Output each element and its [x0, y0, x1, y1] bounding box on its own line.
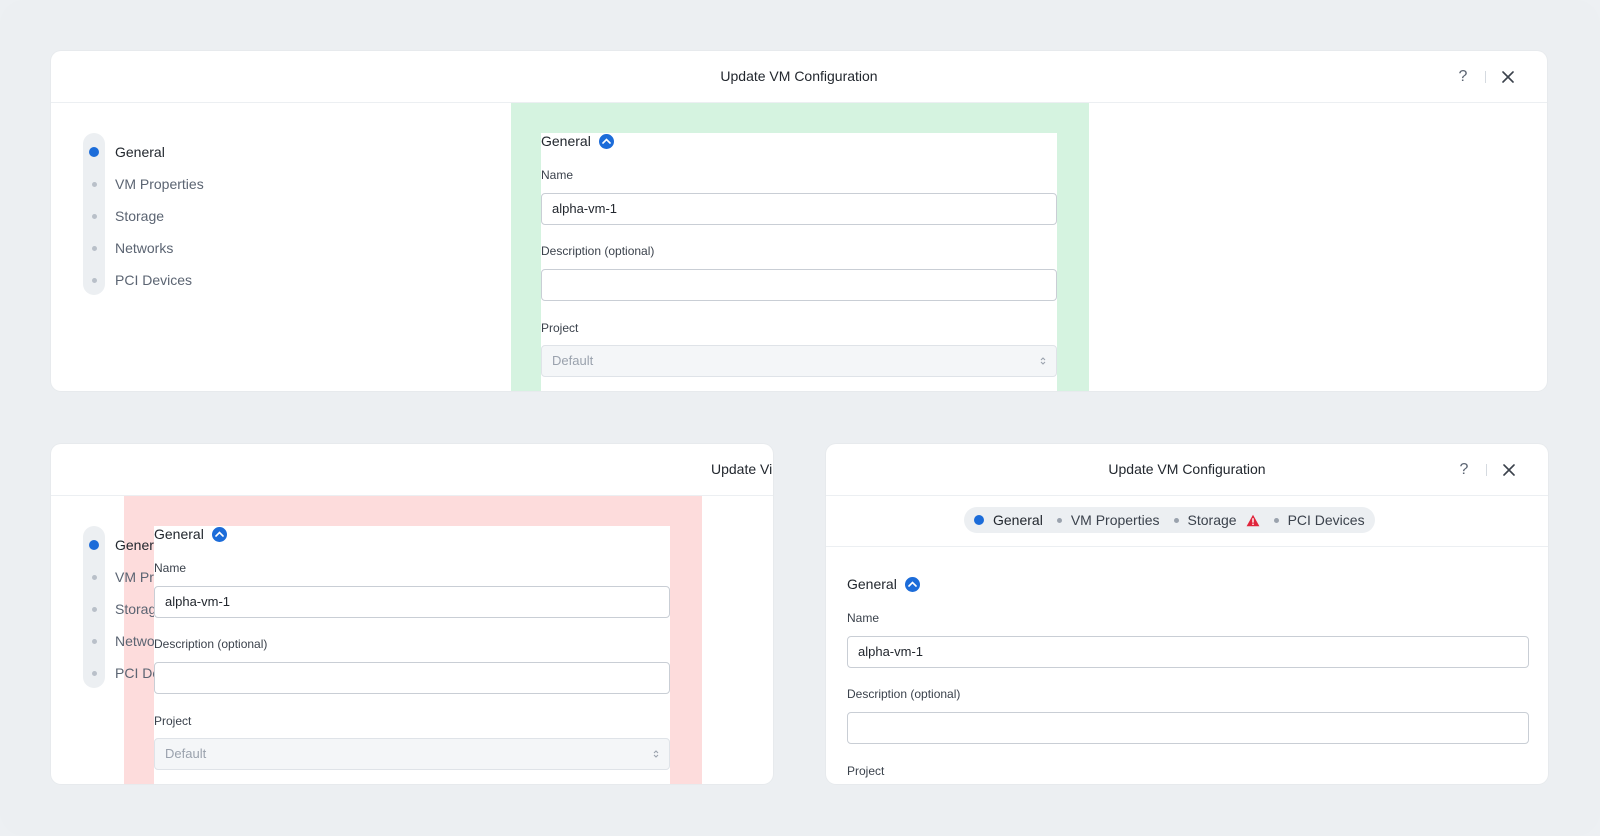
description-input[interactable]	[847, 712, 1529, 744]
nav-item-vm-properties[interactable]: VM Properties	[83, 174, 204, 194]
nav-item-pci-devices[interactable]: PCI Devices	[83, 270, 192, 290]
modal-wide: Update VM Configuration ? General VM Pro…	[51, 51, 1547, 391]
nav-dot	[83, 147, 105, 157]
section-title: General	[154, 526, 227, 542]
nav-label: General	[115, 144, 165, 160]
name-label: Name	[541, 168, 574, 182]
help-icon: ?	[1458, 67, 1468, 85]
nav-item-storage[interactable]: Storage	[83, 599, 164, 619]
project-select[interactable]: Default	[541, 345, 1057, 377]
section-title: General	[541, 133, 614, 149]
nav-item-networks[interactable]: Networks	[83, 238, 173, 258]
collapse-button[interactable]	[211, 526, 227, 542]
tab-dot	[1273, 517, 1279, 523]
close-button[interactable]	[1497, 66, 1519, 88]
chevron-up-icon	[215, 531, 224, 537]
description-input[interactable]	[541, 269, 1057, 301]
tab-general[interactable]: General	[974, 507, 1043, 533]
project-value: Default	[165, 746, 207, 761]
chevron-up-icon	[602, 138, 611, 144]
description-label: Description (optional)	[154, 637, 268, 651]
help-icon: ?	[1459, 460, 1469, 478]
tab-label: Storage	[1187, 512, 1237, 528]
nav-dot	[83, 670, 105, 676]
modal-header: Update Vi	[51, 444, 773, 496]
nav-label: Networks	[115, 240, 174, 256]
close-icon	[1502, 70, 1514, 83]
collapse-button[interactable]	[904, 576, 920, 592]
name-label: Name	[154, 561, 187, 575]
description-label: Description (optional)	[541, 244, 655, 258]
tab-vm-properties[interactable]: VM Properties	[1056, 507, 1160, 533]
tab-dot	[1056, 517, 1062, 523]
chevron-up-icon	[908, 581, 917, 587]
modal-narrow-broken: Update Vi General VM Properties Storage …	[51, 444, 773, 784]
form-column: General Name alpha-vm-1 Description (opt…	[847, 576, 1529, 784]
description-input[interactable]	[154, 662, 670, 694]
project-label: Project	[847, 764, 885, 778]
tab-storage[interactable]: Storage	[1173, 507, 1260, 533]
modal-tabs-layout: Update VM Configuration ? General VM Pro…	[826, 444, 1548, 784]
tab-pci-devices[interactable]: PCI Devices	[1273, 507, 1365, 533]
tab-label: VM Properties	[1070, 512, 1160, 528]
nav-item-general[interactable]: General	[83, 535, 165, 555]
header-divider	[1486, 463, 1487, 476]
section-title-text: General	[847, 576, 897, 592]
nav-dot	[83, 606, 105, 612]
vertical-nav: General VM Properties Storage Networks P…	[83, 133, 283, 303]
horizontal-tab-nav: General VM Properties Storage PCI Device…	[964, 507, 1375, 533]
nav-dot	[83, 638, 105, 644]
project-label: Project	[541, 321, 579, 335]
collapse-button[interactable]	[598, 133, 614, 149]
nav-dot	[83, 213, 105, 219]
name-label: Name	[847, 611, 880, 625]
project-value: Default	[552, 353, 594, 368]
header-actions: ?	[1453, 444, 1520, 495]
name-input[interactable]: alpha-vm-1	[541, 193, 1057, 225]
section-title: General	[847, 576, 920, 592]
close-icon	[1503, 463, 1515, 476]
nav-dot	[83, 277, 105, 283]
nav-dot	[83, 540, 105, 550]
select-caret-icon	[1040, 357, 1046, 365]
tab-nav-divider	[826, 546, 1548, 547]
header-actions: ?	[1452, 51, 1519, 102]
tab-label: General	[993, 512, 1043, 528]
form-column: General Name alpha-vm-1 Description (opt…	[541, 133, 1057, 391]
name-input[interactable]: alpha-vm-1	[154, 586, 670, 618]
help-button[interactable]: ?	[1453, 459, 1475, 481]
form-column: General Name alpha-vm-1 Description (opt…	[154, 526, 670, 784]
nav-item-storage[interactable]: Storage	[83, 206, 164, 226]
name-input[interactable]: alpha-vm-1	[847, 636, 1529, 668]
tab-label: PCI Devices	[1287, 512, 1365, 528]
modal-title-truncated: Update Vi	[711, 461, 773, 477]
warning-icon	[1246, 514, 1259, 526]
project-select[interactable]: Default	[154, 738, 670, 770]
modal-title: Update VM Configuration	[1108, 461, 1266, 477]
header-divider	[1485, 70, 1486, 83]
help-button[interactable]: ?	[1452, 66, 1474, 88]
nav-label: PCI Devices	[115, 272, 193, 288]
modal-header: Update VM Configuration ?	[51, 51, 1547, 103]
nav-label: VM Properties	[115, 176, 204, 192]
tab-dot	[1173, 517, 1179, 523]
modal-header: Update VM Configuration ?	[826, 444, 1548, 496]
section-title-text: General	[154, 526, 204, 542]
nav-dot	[83, 574, 105, 580]
project-label: Project	[154, 714, 192, 728]
tab-dot	[974, 515, 984, 525]
nav-dot	[83, 245, 105, 251]
select-caret-icon	[653, 750, 659, 758]
nav-item-general[interactable]: General	[83, 142, 165, 162]
close-button[interactable]	[1498, 459, 1520, 481]
description-label: Description (optional)	[847, 687, 961, 701]
modal-title: Update VM Configuration	[720, 68, 878, 84]
nav-dot	[83, 181, 105, 187]
section-title-text: General	[541, 133, 591, 149]
nav-label: Storage	[115, 208, 165, 224]
